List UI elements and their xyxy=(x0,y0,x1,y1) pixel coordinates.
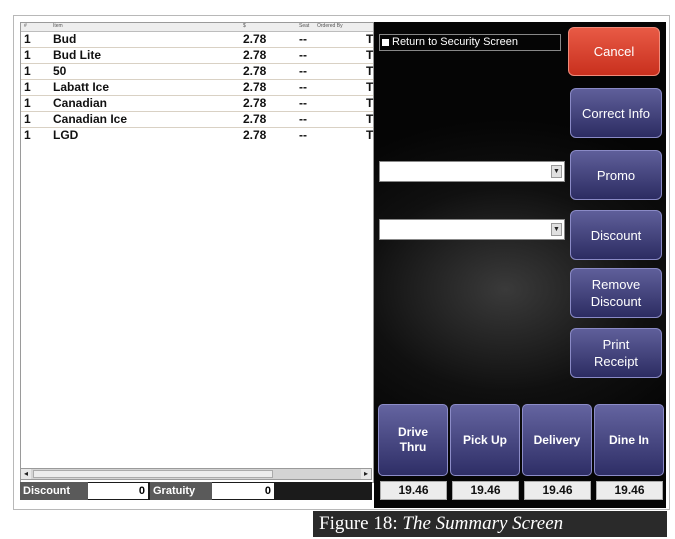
row-seat: -- xyxy=(299,48,307,62)
table-row[interactable]: 1 LGD 2.78 -- T xyxy=(21,128,373,143)
figure-caption: Figure 18: The Summary Screen xyxy=(313,511,667,537)
row-item: LGD xyxy=(53,128,79,142)
table-row[interactable]: 1 Canadian Ice 2.78 -- T xyxy=(21,112,373,128)
correct-info-button[interactable]: Correct Info xyxy=(570,88,662,138)
row-item: Bud xyxy=(53,32,77,46)
discount-select[interactable]: ▼ xyxy=(379,219,565,240)
chevron-down-icon[interactable]: ▼ xyxy=(551,223,562,236)
row-qty: 1 xyxy=(24,128,31,142)
header-ordered-by: Ordered By xyxy=(317,23,343,29)
dine-in-total: 19.46 xyxy=(596,481,663,500)
row-price: 2.78 xyxy=(243,128,267,142)
row-qty: 1 xyxy=(24,48,31,62)
discount-total-value: 0 xyxy=(88,483,148,499)
totals-bar: Discount 0 Gratuity 0 xyxy=(20,482,372,500)
header-qty: # xyxy=(24,23,27,29)
caption-title: The Summary Screen xyxy=(402,513,564,534)
caption-prefix: Figure 18: xyxy=(319,513,403,534)
cancel-button[interactable]: Cancel xyxy=(568,27,660,76)
scroll-right-icon[interactable]: ▸ xyxy=(361,469,371,479)
row-price: 2.78 xyxy=(243,64,267,78)
row-item: Labatt Ice xyxy=(53,80,110,94)
pick-up-total: 19.46 xyxy=(452,481,519,500)
row-price: 2.78 xyxy=(243,48,267,62)
scroll-thumb[interactable] xyxy=(33,470,273,478)
drive-thru-total: 19.46 xyxy=(380,481,447,500)
horizontal-scrollbar[interactable]: ◂ ▸ xyxy=(20,468,372,480)
row-item: Bud Lite xyxy=(53,48,101,62)
row-ordered-by: T xyxy=(366,80,374,94)
table-row[interactable]: 1 Bud Lite 2.78 -- T xyxy=(21,48,373,64)
row-ordered-by: T xyxy=(366,64,374,78)
row-seat: -- xyxy=(299,128,307,142)
row-price: 2.78 xyxy=(243,96,267,110)
print-receipt-button[interactable]: Print Receipt xyxy=(570,328,662,378)
row-seat: -- xyxy=(299,112,307,126)
table-row[interactable]: 1 Canadian 2.78 -- T xyxy=(21,96,373,112)
row-seat: -- xyxy=(299,64,307,78)
gratuity-value: 0 xyxy=(212,483,274,499)
pick-up-button[interactable]: Pick Up xyxy=(450,404,520,476)
header-price: $ xyxy=(243,23,246,29)
gratuity-label: Gratuity xyxy=(150,482,212,500)
row-price: 2.78 xyxy=(243,80,267,94)
promo-button[interactable]: Promo xyxy=(570,150,662,200)
row-item: Canadian xyxy=(53,96,108,110)
row-seat: -- xyxy=(299,32,307,46)
checkbox-icon[interactable] xyxy=(382,38,389,46)
row-ordered-by: T xyxy=(366,32,374,46)
discount-total-label: Discount xyxy=(20,482,88,500)
return-to-security-checkbox[interactable]: Return to Security Screen xyxy=(379,34,561,51)
table-row[interactable]: 1 Bud 2.78 -- T xyxy=(21,32,373,48)
row-ordered-by: T xyxy=(366,112,374,126)
row-qty: 1 xyxy=(24,64,31,78)
delivery-total: 19.46 xyxy=(524,481,591,500)
row-qty: 1 xyxy=(24,96,31,110)
row-price: 2.78 xyxy=(243,32,267,46)
return-to-security-label: Return to Security Screen xyxy=(392,36,518,48)
row-item: 50 xyxy=(53,64,67,78)
row-seat: -- xyxy=(299,80,307,94)
chevron-down-icon[interactable]: ▼ xyxy=(551,165,562,178)
table-row[interactable]: 1 Labatt Ice 2.78 -- T xyxy=(21,80,373,96)
table-row[interactable]: 1 50 2.78 -- T xyxy=(21,64,373,80)
row-ordered-by: T xyxy=(366,96,374,110)
row-ordered-by: T xyxy=(366,48,374,62)
header-item: Item xyxy=(53,23,63,29)
order-ticket-list[interactable]: # Item $ Seat Ordered By 1 Bud 2.78 -- T… xyxy=(20,22,374,483)
scroll-left-icon[interactable]: ◂ xyxy=(21,469,31,479)
remove-discount-button[interactable]: Remove Discount xyxy=(570,268,662,318)
row-seat: -- xyxy=(299,96,307,110)
discount-button[interactable]: Discount xyxy=(570,210,662,260)
row-item: Canadian Ice xyxy=(53,112,128,126)
row-qty: 1 xyxy=(24,80,31,94)
delivery-button[interactable]: Delivery xyxy=(522,404,592,476)
ticket-header: # Item $ Seat Ordered By xyxy=(21,23,373,32)
promo-select[interactable]: ▼ xyxy=(379,161,565,182)
row-ordered-by: T xyxy=(366,128,374,142)
row-price: 2.78 xyxy=(243,112,267,126)
row-qty: 1 xyxy=(24,112,31,126)
dine-in-button[interactable]: Dine In xyxy=(594,404,664,476)
header-seat: Seat xyxy=(299,23,310,29)
drive-thru-button[interactable]: Drive Thru xyxy=(378,404,448,476)
row-qty: 1 xyxy=(24,32,31,46)
